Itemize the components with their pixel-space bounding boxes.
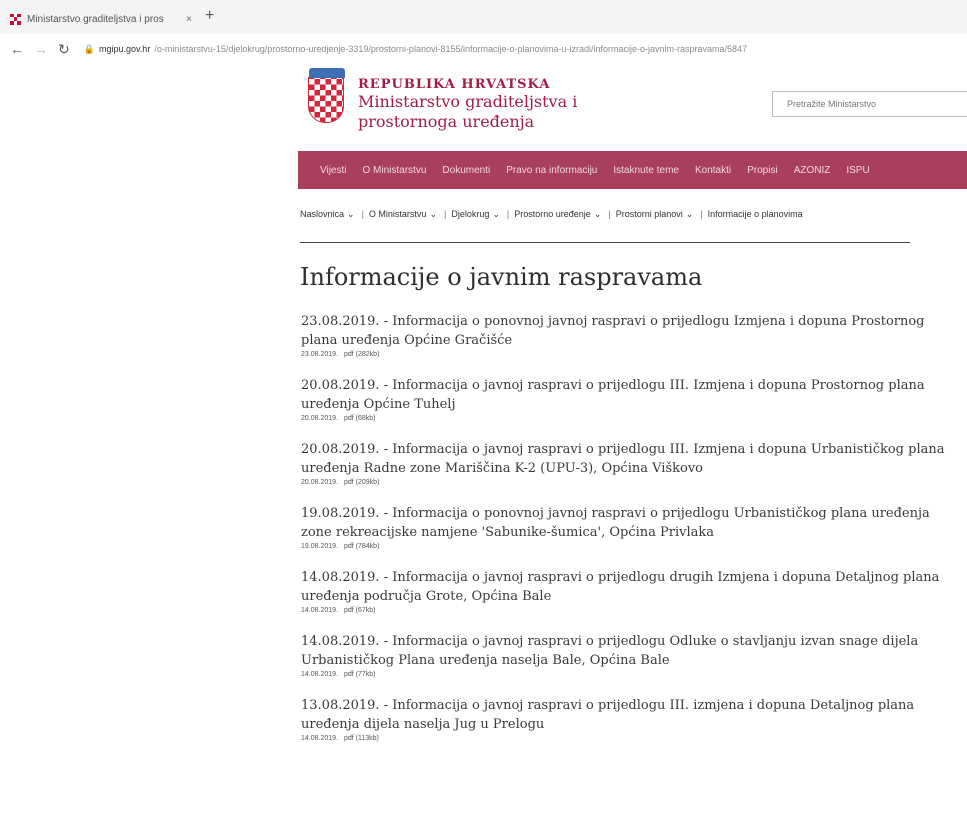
url-host: mgipu.gov.hr [98,44,151,54]
pdf-attachment-link[interactable]: pdf (77kb) [344,671,376,678]
nav-item-ispu[interactable]: ISPU [846,165,869,176]
item-date: 14.08.2019. [301,607,338,614]
breadcrumb-label: Informacije o planovima [707,209,803,219]
breadcrumb-item[interactable]: Naslovnica ⌄ | [300,209,364,220]
item-title-link[interactable]: 13.08.2019. - Informacija o javnoj raspr… [301,696,961,734]
page-title: Informacije o javnim raspravama [300,263,703,291]
new-tab-button[interactable]: + [205,7,214,25]
breadcrumb-label: Djelokrug [451,209,490,219]
list-item: 13.08.2019. - Informacija o javnoj raspr… [301,696,961,742]
item-title-link[interactable]: 19.08.2019. - Informacija o ponovnoj jav… [301,504,961,542]
nav-item-azoniz[interactable]: AZONIZ [794,165,831,176]
pdf-attachment-link[interactable]: pdf (113kb) [344,735,379,742]
nav-item-kontakti[interactable]: Kontakti [695,165,731,176]
address-bar: ← → ↻ 🔒 mgipu.gov.hr/o-ministarstvu-15/d… [0,34,967,64]
announcement-list: 23.08.2019. - Informacija o ponovnoj jav… [301,312,961,760]
item-date: 20.08.2019. [301,479,338,486]
breadcrumb-label: Prostorni planovi [615,209,683,219]
url-field[interactable]: 🔒 mgipu.gov.hr/o-ministarstvu-15/djelokr… [84,44,914,55]
logo-ministry-line1: Ministarstvo graditeljstva i [358,92,578,111]
breadcrumb-label: Naslovnica [300,209,345,219]
nav-item-o-ministarstvu[interactable]: O Ministarstvu [363,165,427,176]
header-divider [300,242,910,243]
pdf-attachment-link[interactable]: pdf (68kb) [344,415,376,422]
list-item: 20.08.2019. - Informacija o javnoj raspr… [301,376,961,422]
browser-tab-bar: Ministarstvo graditeljstva i pros × + [0,0,967,34]
list-item: 23.08.2019. - Informacija o ponovnoj jav… [301,312,961,358]
chevron-down-icon: ⌄ [429,208,437,219]
breadcrumb-item[interactable]: Prostorno uređenje ⌄ | [514,209,610,220]
lock-icon: 🔒 [83,43,95,54]
item-date: 14.08.2019. [301,671,338,678]
logo-ministry-line2: prostornoga uređenja [358,112,535,131]
back-arrow-icon[interactable]: ← [10,41,24,57]
breadcrumb: Naslovnica ⌄ | O Ministarstvu ⌄ | Djelokrug ⌄… [300,203,967,225]
nav-item-propisi[interactable]: Propisi [747,165,778,176]
pdf-attachment-link[interactable]: pdf (282kb) [344,351,379,358]
chevron-down-icon: ⌄ [685,208,694,219]
item-date: 14.08.2019. [301,735,338,742]
breadcrumb-item[interactable]: Informacije o planovima [708,209,803,219]
chevron-down-icon: ⌄ [347,208,355,219]
breadcrumb-item[interactable]: Prostorni planovi ⌄ | [616,209,703,220]
pdf-attachment-link[interactable]: pdf (209kb) [344,479,379,486]
list-item: 19.08.2019. - Informacija o ponovnoj jav… [301,504,961,550]
search-input[interactable]: Pretražite Ministarstvo [772,91,967,117]
ministry-logo[interactable]: REPUBLIKA HRVATSKA Ministarstvo graditel… [308,68,578,132]
tab-close-icon[interactable]: × [186,14,192,25]
breadcrumb-item[interactable]: O Ministarstvu ⌄ | [369,209,446,220]
item-date: 19.08.2019. [301,543,338,550]
item-title-link[interactable]: 14.08.2019. - Informacija o javnoj raspr… [301,568,961,606]
breadcrumb-label: Prostorno uređenje [514,209,591,219]
item-title-link[interactable]: 20.08.2019. - Informacija o javnoj raspr… [301,440,961,478]
pdf-attachment-link[interactable]: pdf (67kb) [344,607,376,614]
main-navigation: Vijesti O Ministarstvu Dokumenti Pravo n… [298,151,967,189]
url-path: /o-ministarstvu-15/djelokrug/prostorno-u… [154,44,748,54]
site-favicon-icon [10,13,21,25]
list-item: 14.08.2019. - Informacija o javnoj raspr… [301,568,961,614]
breadcrumb-label: O Ministarstvu [368,209,427,219]
item-title-link[interactable]: 20.08.2019. - Informacija o javnoj raspr… [301,376,961,414]
nav-item-istaknute-teme[interactable]: Istaknute teme [613,165,679,176]
browser-tab[interactable]: Ministarstvo graditeljstva i pros × [4,6,196,32]
item-date: 23.08.2019. [301,351,338,358]
item-date: 20.08.2019. [301,415,338,422]
forward-arrow-icon[interactable]: → [34,41,48,57]
reload-icon[interactable]: ↻ [58,41,70,58]
nav-item-pravo-na-informaciju[interactable]: Pravo na informaciju [506,165,597,176]
item-title-link[interactable]: 14.08.2019. - Informacija o javnoj raspr… [301,632,961,670]
list-item: 20.08.2019. - Informacija o javnoj raspr… [301,440,961,486]
list-item: 14.08.2019. - Informacija o javnoj raspr… [301,632,961,678]
nav-item-vijesti[interactable]: Vijesti [320,165,347,176]
chevron-down-icon: ⌄ [492,208,500,219]
item-title-link[interactable]: 23.08.2019. - Informacija o ponovnoj jav… [301,312,961,350]
logo-country: REPUBLIKA HRVATSKA [358,77,551,92]
pdf-attachment-link[interactable]: pdf (784kb) [344,543,379,550]
chevron-down-icon: ⌄ [593,208,602,219]
coat-of-arms-icon [308,68,345,123]
tab-title: Ministarstvo graditeljstva i pros [27,13,164,25]
nav-item-dokumenti[interactable]: Dokumenti [442,165,490,176]
breadcrumb-item[interactable]: Djelokrug ⌄ | [451,209,509,220]
